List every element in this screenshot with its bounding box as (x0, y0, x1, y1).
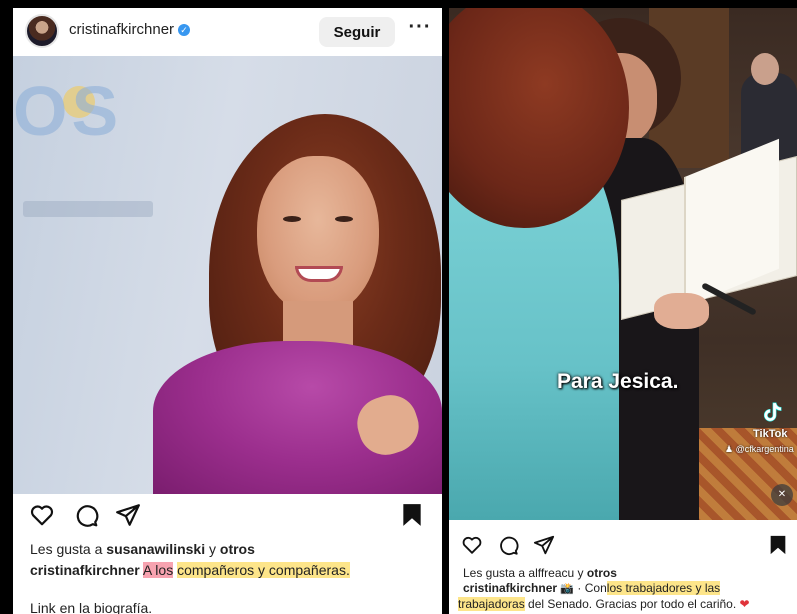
tiktok-label: TikTok (753, 428, 788, 440)
likes-user-link[interactable]: susanawilinski (106, 541, 205, 557)
reel-caption-highlight-2: trabajadoras (458, 597, 525, 611)
panel-divider (442, 8, 449, 614)
reel-likes-user-link[interactable]: alffreacu (528, 566, 574, 580)
heart-icon[interactable] (29, 502, 55, 528)
reel-caption-line-1: cristinafkirchner 📸 · Conlos trabajadore… (463, 581, 721, 595)
likes-prefix: Les gusta a (30, 541, 107, 557)
username-text[interactable]: cristinafkirchner (69, 21, 174, 38)
reel-caption-rest: del Senado. Gracias por todo el cariño. (524, 597, 737, 611)
post-actions-bar (13, 496, 442, 532)
camera-icon: 📸 (560, 583, 575, 595)
heart-icon[interactable] (461, 534, 483, 556)
mute-icon[interactable]: ✕ (771, 484, 793, 506)
comment-icon[interactable] (497, 534, 519, 556)
bio-link-text[interactable]: Link en la biografía. (30, 600, 152, 614)
caption-username[interactable]: cristinafkirchner (30, 562, 140, 578)
username[interactable]: cristinafkirchner ✓ (69, 21, 191, 38)
bookmark-icon[interactable] (767, 534, 789, 556)
reel-caption-username[interactable]: cristinafkirchner (463, 581, 557, 595)
tiktok-handle: ♟ @cfkargentina (725, 444, 794, 454)
reel-video[interactable]: Para Jesica. TikTok ♟ @cfkargentina ✕ (449, 8, 797, 520)
reel-likes-summary: Les gusta a alffreacu y otros (463, 566, 617, 580)
video-overlay-caption: Para Jesica. (557, 370, 679, 393)
follow-button[interactable]: Seguir (319, 17, 395, 47)
send-icon[interactable] (115, 502, 141, 528)
post-photo[interactable]: OS (13, 56, 442, 494)
background-blurred-text (23, 201, 153, 217)
signing-hand (654, 293, 709, 329)
left-instagram-post: cristinafkirchner ✓ Seguir ··· OS Les gus (13, 8, 442, 614)
tiktok-handle-text: @cfkargentina (735, 444, 794, 454)
post-header: cristinafkirchner ✓ Seguir ··· (13, 8, 442, 56)
likes-summary: Les gusta a susanawilinski y otros (30, 541, 255, 557)
send-icon[interactable] (533, 534, 555, 556)
reel-likes-mid: y (574, 566, 587, 580)
verified-badge-icon: ✓ (178, 24, 191, 36)
reel-caption-highlight-1: los trabajadores y las (606, 581, 721, 595)
likes-mid: y (205, 541, 220, 557)
portrait-face (257, 156, 379, 316)
reel-caption-line-2: trabajadoras del Senado. Gracias por tod… (458, 597, 750, 611)
right-instagram-reel: Para Jesica. TikTok ♟ @cfkargentina ✕ Le… (449, 8, 797, 614)
portrait-eye (335, 216, 353, 222)
reel-likes-prefix: Les gusta a (463, 566, 529, 580)
reel-actions-bar (449, 532, 797, 562)
background-logo-text: OS (13, 72, 123, 150)
more-options-icon[interactable]: ··· (405, 17, 435, 44)
bookmark-icon[interactable] (399, 502, 425, 528)
reel-caption-separator: · Con (574, 581, 607, 595)
likes-others-link[interactable]: otros (220, 541, 255, 557)
caption-highlight-pink: A los (142, 562, 174, 578)
background-person-head (751, 53, 779, 85)
reel-likes-others-link[interactable]: otros (587, 566, 617, 580)
portrait-eye (283, 216, 301, 222)
tiktok-logo-icon (763, 402, 782, 422)
comment-icon[interactable] (73, 502, 99, 528)
red-heart-icon: ❤ (739, 597, 750, 611)
caption-highlight-yellow: compañeros y compañeras. (177, 562, 350, 578)
avatar[interactable] (25, 14, 59, 48)
post-caption: cristinafkirchner A los compañeros y com… (30, 562, 350, 578)
